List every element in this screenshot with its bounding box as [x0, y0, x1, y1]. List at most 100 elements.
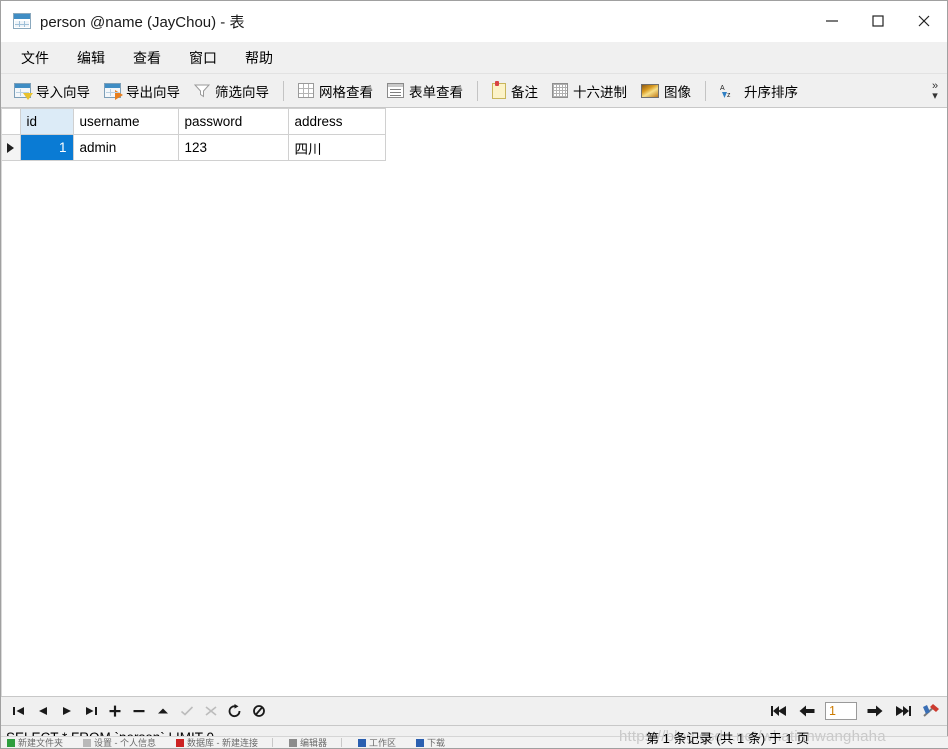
- taskbar-item-icon: [83, 738, 92, 747]
- toolbar-separator-1: [283, 80, 284, 101]
- grid-header-row: id username password address: [2, 108, 386, 135]
- toolbar-separator-2: [477, 80, 478, 101]
- grid-view-label: 网格查看: [319, 84, 373, 100]
- table-window-icon: [13, 13, 31, 29]
- previous-record-button[interactable]: [31, 699, 55, 723]
- hex-button[interactable]: 十六进制: [545, 78, 634, 104]
- form-view-icon: [387, 83, 404, 98]
- cell-password[interactable]: 123: [178, 134, 289, 161]
- svg-text:z: z: [727, 92, 731, 99]
- memo-icon: [492, 80, 506, 99]
- column-header-id[interactable]: id: [20, 108, 74, 135]
- delete-record-button[interactable]: [127, 699, 151, 723]
- taskbar-item-icon: [7, 738, 15, 747]
- filter-wizard-icon: [193, 83, 211, 98]
- hex-label: 十六进制: [573, 84, 627, 100]
- status-record-count: 第 1 条记录 (共 1 条) 于 1 页: [646, 730, 810, 746]
- sort-ascending-label: 升序排序: [744, 84, 798, 100]
- main-toolbar: 导入向导 导出向导 筛选向导 网格查看 表单查看 备注 十六进制 图像 A z …: [1, 74, 947, 108]
- menu-help[interactable]: 帮助: [231, 44, 287, 72]
- first-record-button[interactable]: [7, 699, 31, 723]
- taskbar-item-label: 设置 - 个人信息: [94, 738, 157, 748]
- import-wizard-label: 导入向导: [36, 84, 90, 100]
- column-header-username[interactable]: username: [73, 108, 179, 135]
- minimize-button[interactable]: [809, 1, 855, 41]
- column-header-password[interactable]: password: [178, 108, 289, 135]
- cell-address[interactable]: 四川: [288, 134, 386, 161]
- import-wizard-button[interactable]: 导入向导: [7, 78, 97, 104]
- data-grid-area[interactable]: id username password address 1 admin 123…: [1, 108, 947, 696]
- menu-view[interactable]: 查看: [119, 44, 175, 72]
- taskbar-item[interactable]: 新建文件夹: [1, 737, 63, 748]
- taskbar-item[interactable]: 下载: [410, 737, 445, 748]
- page-navigation: [765, 697, 945, 725]
- taskbar-item-label: 下载: [427, 738, 446, 748]
- toolbar-overflow-button[interactable]: » ▾: [927, 74, 943, 107]
- menu-bar: 文件 编辑 查看 窗口 帮助: [1, 42, 947, 74]
- export-wizard-icon: [104, 83, 123, 100]
- grid-view-icon: [298, 83, 314, 98]
- memo-label: 备注: [511, 84, 538, 100]
- cell-id[interactable]: 1: [20, 134, 74, 161]
- hex-icon: [552, 83, 568, 98]
- export-wizard-label: 导出向导: [126, 84, 180, 100]
- first-page-button[interactable]: [765, 699, 793, 723]
- record-navigation-bar: [1, 696, 947, 725]
- column-header-address[interactable]: address: [288, 108, 386, 135]
- menu-window[interactable]: 窗口: [175, 44, 231, 72]
- taskbar-item-icon: [176, 738, 185, 747]
- current-row-arrow-icon: [7, 142, 14, 153]
- import-wizard-icon: [14, 83, 33, 100]
- grid-view-button[interactable]: 网格查看: [291, 78, 380, 104]
- taskbar-item[interactable]: 数据库 - 新建连接: [170, 737, 258, 748]
- table-row[interactable]: 1 admin 123 四川: [2, 134, 386, 161]
- form-view-button[interactable]: 表单查看: [380, 78, 470, 104]
- taskbar-item[interactable]: 工作区: [352, 737, 396, 748]
- filter-wizard-button[interactable]: 筛选向导: [187, 78, 276, 104]
- last-record-button[interactable]: [79, 699, 103, 723]
- confirm-button[interactable]: [175, 699, 199, 723]
- taskbar-item-label: 编辑器: [300, 738, 328, 748]
- filter-wizard-label: 筛选向导: [215, 84, 269, 100]
- svg-text:A: A: [720, 85, 725, 92]
- last-page-button[interactable]: [889, 699, 917, 723]
- memo-button[interactable]: 备注: [485, 78, 545, 104]
- image-button[interactable]: 图像: [634, 78, 698, 104]
- menu-edit[interactable]: 编辑: [63, 44, 119, 72]
- taskbar-item-label: 新建文件夹: [18, 738, 64, 748]
- taskbar-divider: [341, 738, 343, 747]
- export-wizard-button[interactable]: 导出向导: [97, 78, 187, 104]
- next-record-button[interactable]: [55, 699, 79, 723]
- cancel-button[interactable]: [199, 699, 223, 723]
- sort-ascending-button[interactable]: A z 升序排序: [713, 78, 805, 104]
- taskbar-item[interactable]: 编辑器: [283, 737, 327, 748]
- toolbar-overflow-caret: ▾: [932, 89, 938, 102]
- previous-page-button[interactable]: [793, 699, 821, 723]
- add-record-button[interactable]: [103, 699, 127, 723]
- taskbar-item-label: 数据库 - 新建连接: [187, 738, 259, 748]
- toolbar-overflow-chevron: »: [931, 79, 939, 92]
- form-view-label: 表单查看: [409, 84, 463, 100]
- tools-button[interactable]: [917, 699, 945, 723]
- menu-file[interactable]: 文件: [7, 44, 63, 72]
- next-page-button[interactable]: [861, 699, 889, 723]
- taskbar-divider: [272, 738, 274, 747]
- refresh-button[interactable]: [223, 699, 247, 723]
- window-controls: [809, 1, 947, 41]
- nav-table-window: person @name (JayChou) - 表 文件 编辑 查看 窗口 帮…: [0, 0, 948, 749]
- maximize-button[interactable]: [855, 1, 901, 41]
- apply-change-button[interactable]: [151, 699, 175, 723]
- toolbar-separator-3: [705, 80, 706, 101]
- close-button[interactable]: [901, 1, 947, 41]
- taskbar-item[interactable]: 设置 - 个人信息: [77, 737, 156, 748]
- window-title: person @name (JayChou) - 表: [40, 13, 245, 31]
- cell-username[interactable]: admin: [73, 134, 179, 161]
- stop-button[interactable]: [247, 699, 271, 723]
- taskbar-item-label: 工作区: [369, 738, 397, 748]
- title-bar: person @name (JayChou) - 表: [1, 1, 947, 42]
- image-icon: [641, 83, 659, 98]
- row-marker: [2, 134, 21, 161]
- data-grid: id username password address 1 admin 123…: [2, 108, 386, 161]
- page-number-input[interactable]: [825, 702, 857, 720]
- sort-ascending-icon: A z: [720, 83, 739, 99]
